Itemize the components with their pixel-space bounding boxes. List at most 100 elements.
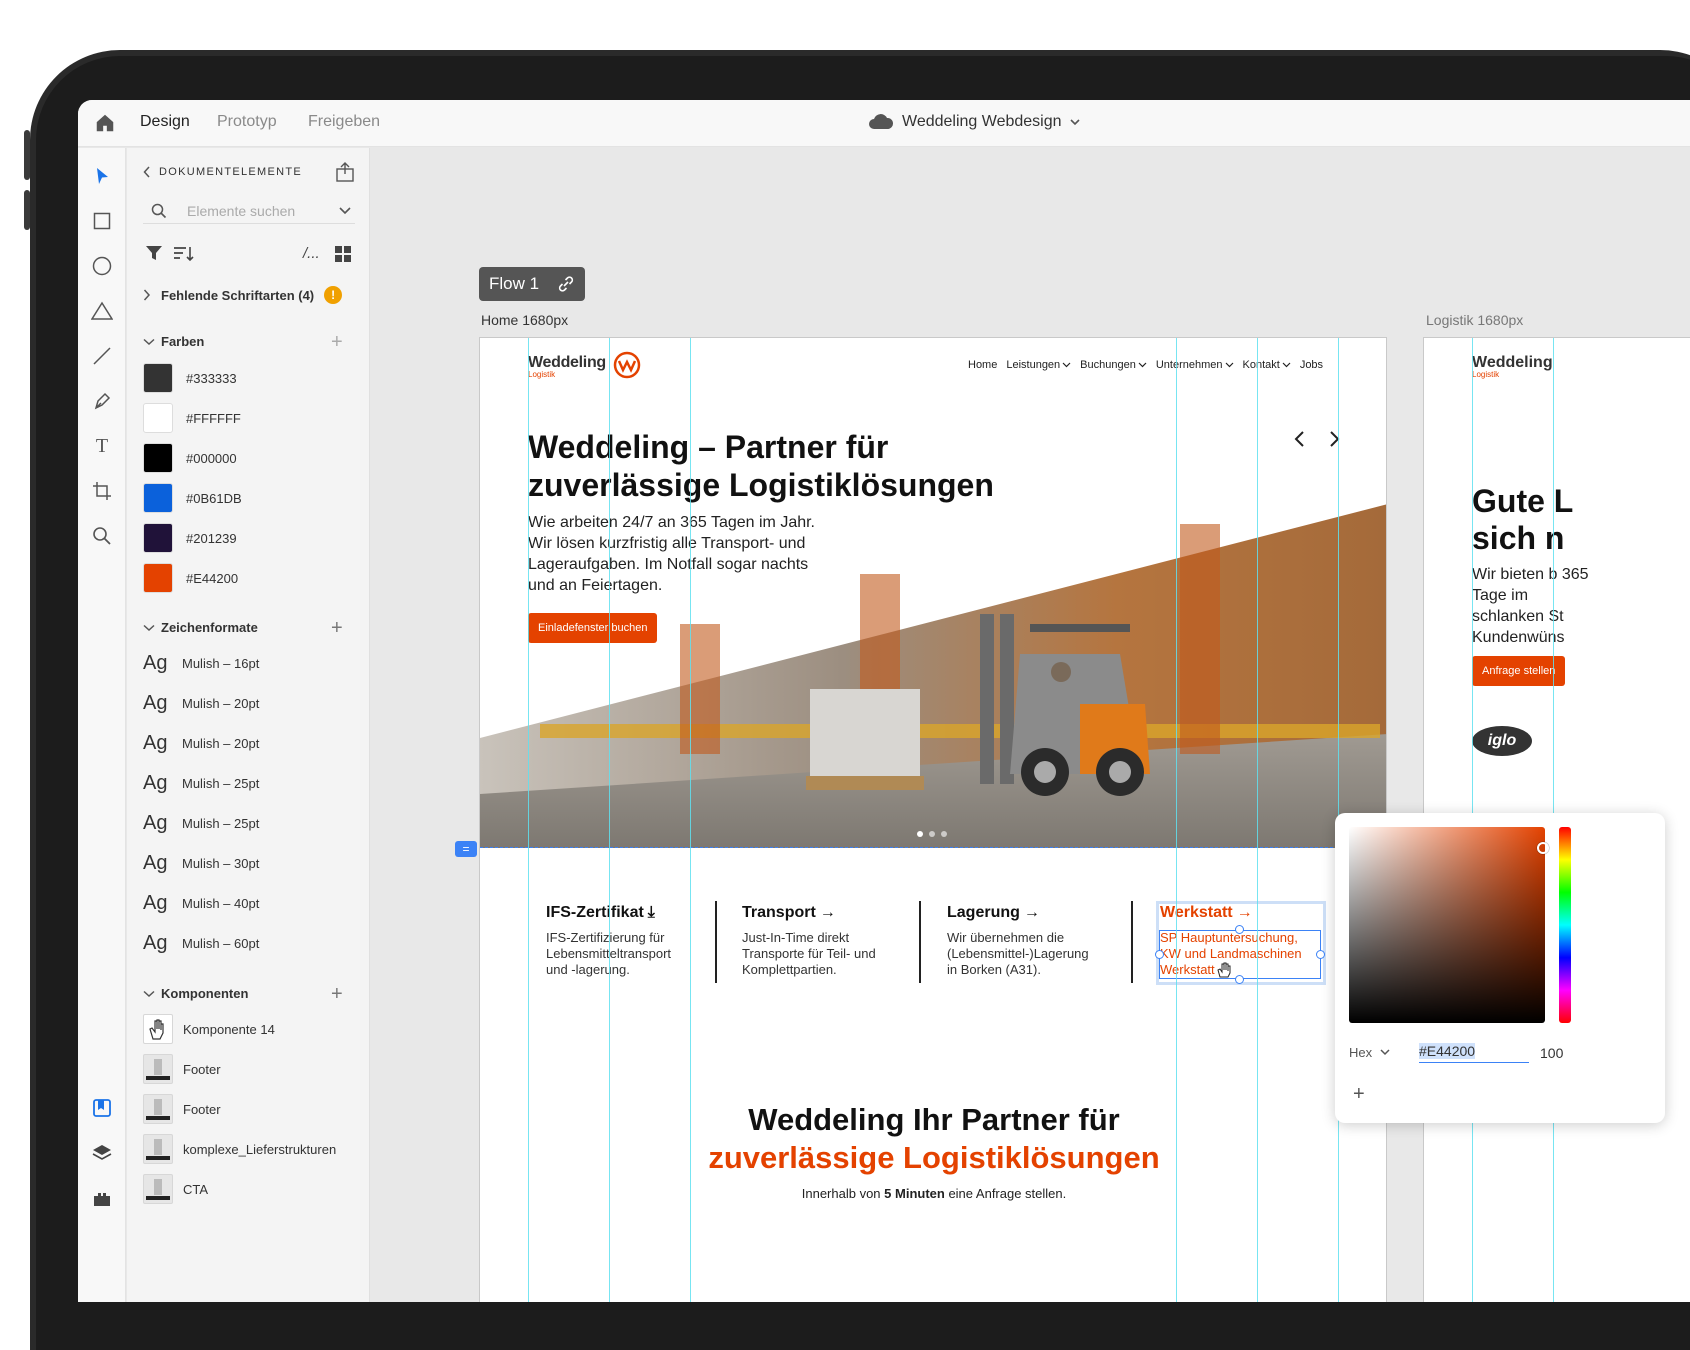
hero-cta-button[interactable]: Einladefenster buchen	[528, 613, 658, 643]
missing-fonts-row[interactable]: Fehlende Schriftarten (4) !	[143, 286, 343, 304]
carousel-next-icon[interactable]	[1328, 430, 1342, 448]
color-swatch[interactable]	[143, 523, 173, 553]
color-swatch[interactable]	[143, 443, 173, 473]
hue-slider[interactable]	[1559, 827, 1571, 1023]
nav-item[interactable]: Jobs	[1300, 359, 1323, 371]
char-style-row[interactable]: Ag Mulish – 20pt	[143, 688, 259, 718]
color-mode-select[interactable]: Hex	[1349, 1045, 1390, 1060]
char-style-row[interactable]: Ag Mulish – 40pt	[143, 888, 259, 918]
char-style-row[interactable]: Ag Mulish – 60pt	[143, 928, 259, 958]
panel-header: DOKUMENTELEMENTE	[143, 166, 302, 178]
resize-handle[interactable]	[1316, 950, 1325, 959]
component-row[interactable]: komplexe_Lieferstrukturen	[143, 1134, 336, 1164]
sort-icon[interactable]	[173, 245, 195, 263]
flow-badge[interactable]: Flow 1	[479, 267, 586, 301]
service-title[interactable]: Transport →	[742, 904, 892, 922]
colors-heading[interactable]: Farben	[143, 334, 204, 349]
add-color-button[interactable]: +	[331, 332, 343, 352]
color-swatch-row[interactable]: #FFFFFF	[143, 403, 241, 433]
color-swatch[interactable]	[143, 563, 173, 593]
rectangle-tool-icon[interactable]	[90, 209, 114, 233]
artboard-home[interactable]: Weddeling Logistik Home Leistungen Buchung…	[479, 337, 1387, 1302]
tab-design[interactable]: Design	[140, 113, 190, 131]
color-picker[interactable]: Hex #E44200 100 +	[1335, 813, 1665, 1123]
hex-input[interactable]: #E44200	[1419, 1043, 1529, 1063]
layers-panel-icon[interactable]	[90, 1141, 114, 1165]
color-swatch-row[interactable]: #201239	[143, 523, 237, 553]
components-heading[interactable]: Komponenten	[143, 986, 248, 1001]
chevron-down-icon	[1062, 362, 1071, 368]
color-swatch-row[interactable]: #0B61DB	[143, 483, 242, 513]
service-title[interactable]: IFS-Zertifikat ⤓	[546, 904, 696, 922]
service-card[interactable]: IFS-Zertifikat⤓ IFS-Zertifizierung für Le…	[546, 904, 696, 978]
link-icon[interactable]	[557, 275, 575, 293]
add-component-button[interactable]: +	[331, 984, 343, 1004]
chevron-left-icon[interactable]	[143, 166, 151, 178]
resize-handle[interactable]	[1235, 925, 1244, 934]
char-style-row[interactable]: Ag Mulish – 16pt	[143, 648, 259, 678]
plugins-icon[interactable]	[90, 1186, 114, 1210]
saturation-field[interactable]	[1349, 827, 1545, 1023]
padding-handle-icon[interactable]: =	[455, 841, 477, 857]
service-card[interactable]: Lagerung → Wir übernehmen die (Lebensmitte…	[947, 904, 1097, 978]
service-card[interactable]: Transport → Just-In-Time direkt Transporte…	[742, 904, 892, 978]
site-logo[interactable]: Weddeling Logistik	[528, 351, 641, 379]
artboard-tool-icon[interactable]	[90, 479, 114, 503]
char-style-row[interactable]: Ag Mulish – 25pt	[143, 768, 259, 798]
export-icon[interactable]	[335, 162, 355, 182]
component-row[interactable]: CTA	[143, 1174, 208, 1204]
component-row[interactable]: Footer	[143, 1094, 221, 1124]
color-swatch-row[interactable]: #E44200	[143, 563, 238, 593]
canvas[interactable]: Flow 1 Home 1680px Logistik 1680px Wedde…	[371, 148, 1690, 1302]
assets-panel-icon[interactable]	[90, 1096, 114, 1120]
color-swatch-row[interactable]: #333333	[143, 363, 237, 393]
nav-item[interactable]: Unternehmen	[1156, 359, 1234, 371]
line-tool-icon[interactable]	[90, 344, 114, 368]
component-row[interactable]: Footer	[143, 1054, 221, 1084]
char-style-row[interactable]: Ag Mulish – 20pt	[143, 728, 259, 758]
color-swatch[interactable]	[143, 483, 173, 513]
nav-item[interactable]: Kontakt	[1243, 359, 1291, 371]
service-title[interactable]: Lagerung →	[947, 904, 1097, 922]
color-handle[interactable]	[1537, 842, 1549, 854]
text-style-icon[interactable]: /...	[303, 245, 320, 262]
char-styles-heading[interactable]: Zeichenformate	[143, 620, 258, 635]
grid-view-icon[interactable]	[334, 245, 352, 263]
color-swatch[interactable]	[143, 363, 173, 393]
home-icon[interactable]	[94, 112, 116, 134]
nav-item[interactable]: Home	[968, 359, 997, 371]
color-swatch[interactable]	[143, 403, 173, 433]
char-style-row[interactable]: Ag Mulish – 25pt	[143, 808, 259, 838]
char-style-row[interactable]: Ag Mulish – 30pt	[143, 848, 259, 878]
search-field[interactable]: Elemente suchen	[143, 198, 355, 224]
search-input[interactable]: Elemente suchen	[187, 203, 295, 219]
add-char-style-button[interactable]: +	[331, 618, 343, 638]
add-swatch-button[interactable]: +	[1353, 1083, 1365, 1106]
text-tool-icon[interactable]: T	[90, 434, 114, 458]
artboard-label[interactable]: Home 1680px	[481, 312, 568, 328]
carousel-prev-icon[interactable]	[1292, 430, 1306, 448]
select-tool-icon[interactable]	[90, 164, 114, 188]
char-style-label: Mulish – 16pt	[182, 655, 260, 671]
color-swatch-row[interactable]: #000000	[143, 443, 237, 473]
resize-handle[interactable]	[1235, 975, 1244, 984]
char-style-label: Mulish – 20pt	[182, 695, 260, 711]
color-swatch-label: #0B61DB	[186, 490, 242, 506]
document-title[interactable]: Weddeling Webdesign	[868, 113, 1080, 131]
filter-icon[interactable]	[145, 245, 163, 261]
component-row[interactable]: Komponente 14	[143, 1014, 275, 1044]
site-logo[interactable]: Weddeling Logistik	[1472, 354, 1553, 379]
resize-handle[interactable]	[1155, 950, 1164, 959]
tab-prototype[interactable]: Prototyp	[217, 113, 277, 131]
nav-item[interactable]: Leistungen	[1006, 359, 1071, 371]
zoom-tool-icon[interactable]	[90, 524, 114, 548]
chevron-down-icon[interactable]	[339, 206, 351, 216]
polygon-tool-icon[interactable]	[90, 299, 114, 323]
ellipse-tool-icon[interactable]	[90, 254, 114, 278]
nav-item[interactable]: Buchungen	[1080, 359, 1147, 371]
pen-tool-icon[interactable]	[90, 389, 114, 413]
opacity-input[interactable]: 100	[1540, 1045, 1563, 1061]
artboard-label[interactable]: Logistik 1680px	[1426, 312, 1523, 328]
request-button[interactable]: Anfrage stellen	[1472, 656, 1566, 686]
tab-share[interactable]: Freigeben	[308, 113, 380, 131]
